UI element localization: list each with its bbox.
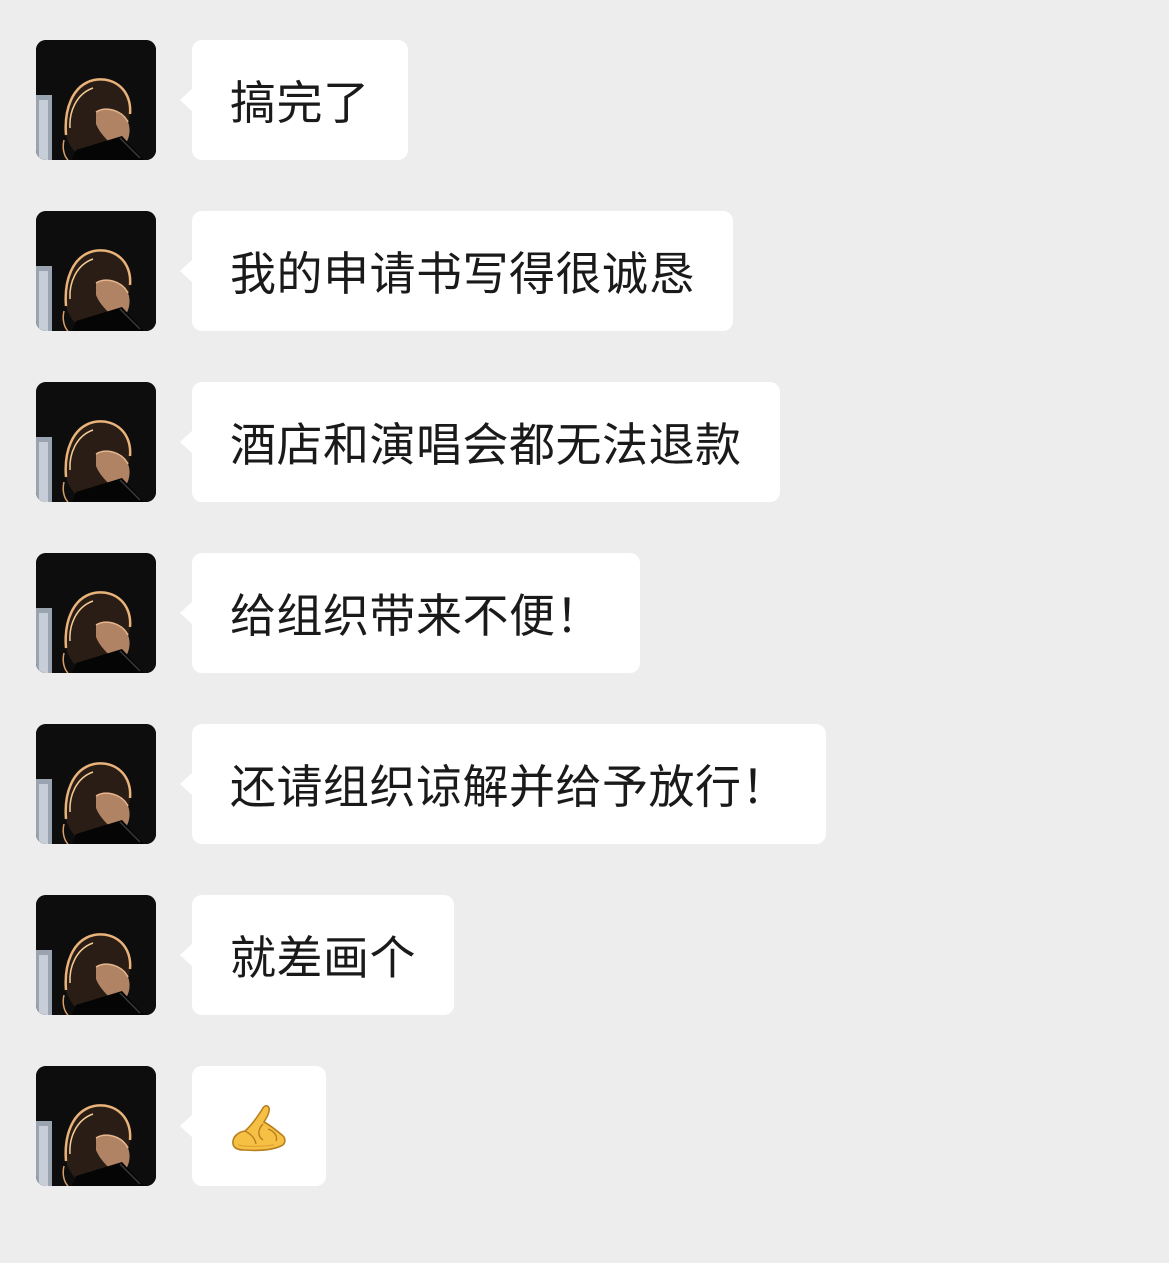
message-row: 就差画个 [0, 895, 1169, 1015]
message-bubble[interactable]: 就差画个 [180, 895, 454, 1015]
message-bubble[interactable]: 酒店和演唱会都无法退款 [180, 382, 780, 502]
message-row: 酒店和演唱会都无法退款 [0, 382, 1169, 502]
user-avatar-icon[interactable] [36, 724, 156, 844]
message-text: 给组织带来不便！ [230, 589, 602, 643]
message-text: 搞完了 [230, 76, 370, 130]
message-bubble[interactable] [180, 1066, 326, 1186]
user-avatar-icon[interactable] [36, 895, 156, 1015]
folded-hands-emoji-icon [232, 1104, 286, 1152]
message-text: 还请组织谅解并给予放行！ [230, 760, 788, 814]
message-text: 就差画个 [230, 931, 416, 985]
message-row: 我的申请书写得很诚恳 [0, 211, 1169, 331]
message-row: 还请组织谅解并给予放行！ [0, 724, 1169, 844]
user-avatar-icon[interactable] [36, 382, 156, 502]
message-row: 给组织带来不便！ [0, 553, 1169, 673]
message-bubble[interactable]: 我的申请书写得很诚恳 [180, 211, 733, 331]
user-avatar-icon[interactable] [36, 211, 156, 331]
message-bubble[interactable]: 还请组织谅解并给予放行！ [180, 724, 826, 844]
message-bubble[interactable]: 搞完了 [180, 40, 408, 160]
user-avatar-icon[interactable] [36, 40, 156, 160]
user-avatar-icon[interactable] [36, 1066, 156, 1186]
message-row [0, 1066, 1169, 1186]
message-text: 酒店和演唱会都无法退款 [230, 418, 742, 472]
user-avatar-icon[interactable] [36, 553, 156, 673]
message-row: 搞完了 [0, 40, 1169, 160]
message-text: 我的申请书写得很诚恳 [230, 247, 695, 301]
chat-message-list: 搞完了 我的申请书写得很诚恳 酒店和演唱会都无法退款 给组织带来不便！ 还请组织 [0, 0, 1169, 1263]
message-bubble[interactable]: 给组织带来不便！ [180, 553, 640, 673]
